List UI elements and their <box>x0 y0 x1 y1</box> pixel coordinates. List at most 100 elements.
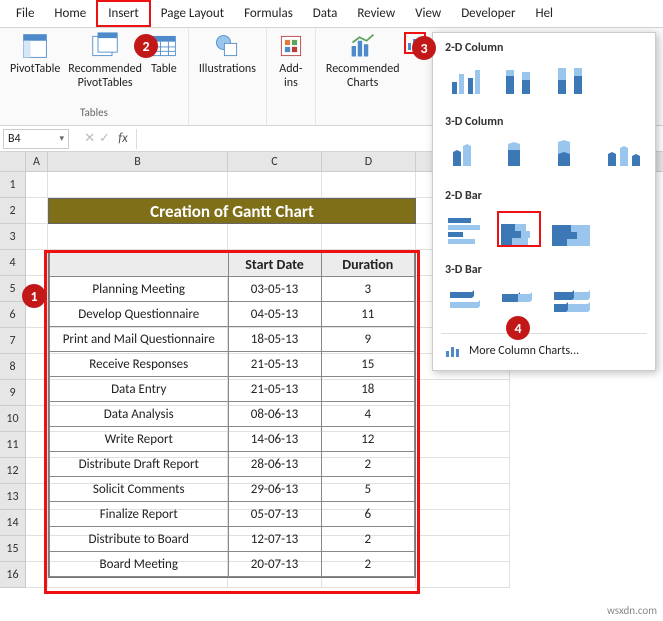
stacked-column-option[interactable] <box>497 63 541 99</box>
3d-column-option[interactable] <box>601 137 645 173</box>
table-cell[interactable]: 2 <box>321 452 414 477</box>
row-header[interactable]: 13 <box>0 484 26 510</box>
row-header[interactable]: 6 <box>0 302 26 328</box>
tab-home[interactable]: Home <box>44 2 96 25</box>
table-cell[interactable]: Board Meeting <box>50 552 229 577</box>
table-row[interactable]: Data Analysis08-06-134 <box>50 402 415 427</box>
table-cell[interactable]: Distribute to Board <box>50 527 229 552</box>
col-header-c[interactable]: C <box>228 152 322 171</box>
table-row[interactable]: Data Entry21-05-1318 <box>50 377 415 402</box>
tab-page-layout[interactable]: Page Layout <box>151 2 234 25</box>
table-cell[interactable]: 18-05-13 <box>228 327 321 352</box>
pivottable-button[interactable]: PivotTable <box>6 30 64 78</box>
table-cell[interactable]: Print and Mail Questionnaire <box>50 327 229 352</box>
table-row[interactable]: Receive Responses21-05-1315 <box>50 352 415 377</box>
table-row[interactable]: Write Report14-06-1312 <box>50 427 415 452</box>
table-cell[interactable]: 14-06-13 <box>228 427 321 452</box>
table-cell[interactable]: 2 <box>321 552 414 577</box>
table-row[interactable]: Distribute to Board12-07-132 <box>50 527 415 552</box>
3d-stacked-column-option[interactable] <box>497 137 541 173</box>
100-stacked-column-option[interactable] <box>549 63 593 99</box>
table-cell[interactable]: 2 <box>321 527 414 552</box>
table-header[interactable]: Duration <box>321 252 414 277</box>
table-row[interactable]: Develop Questionnaire04-05-1311 <box>50 302 415 327</box>
3d-clustered-column-option[interactable] <box>445 137 489 173</box>
table-cell[interactable]: 03-05-13 <box>228 277 321 302</box>
tab-developer[interactable]: Developer <box>451 2 525 25</box>
row-header[interactable]: 2 <box>0 198 26 224</box>
table-row[interactable]: Planning Meeting03-05-133 <box>50 277 415 302</box>
select-all-triangle[interactable] <box>0 152 26 171</box>
tab-data[interactable]: Data <box>303 2 348 25</box>
row-header[interactable]: 1 <box>0 172 26 198</box>
table-row[interactable]: Solicit Comments29-06-135 <box>50 477 415 502</box>
addins-button[interactable]: Add- ins <box>273 30 309 104</box>
row-header[interactable]: 7 <box>0 328 26 354</box>
table-cell[interactable]: 21-05-13 <box>228 377 321 402</box>
tab-file[interactable]: File <box>6 2 44 25</box>
row-header[interactable]: 11 <box>0 432 26 458</box>
table-cell[interactable]: 12-07-13 <box>228 527 321 552</box>
table-cell[interactable]: 3 <box>321 277 414 302</box>
row-header[interactable]: 16 <box>0 562 26 588</box>
table-row[interactable]: Finalize Report05-07-136 <box>50 502 415 527</box>
table-row[interactable]: Distribute Draft Report28-06-132 <box>50 452 415 477</box>
table-cell[interactable]: Write Report <box>50 427 229 452</box>
stacked-bar-option[interactable] <box>497 211 541 247</box>
tab-insert[interactable]: Insert <box>96 0 151 27</box>
table-cell[interactable]: 05-07-13 <box>228 502 321 527</box>
3d-clustered-bar-option[interactable] <box>445 285 489 321</box>
table-cell[interactable]: 12 <box>321 427 414 452</box>
row-header[interactable]: 9 <box>0 380 26 406</box>
col-header-d[interactable]: D <box>322 152 416 171</box>
table-cell[interactable]: 5 <box>321 477 414 502</box>
table-cell[interactable]: Receive Responses <box>50 352 229 377</box>
100-stacked-bar-option[interactable] <box>549 211 593 247</box>
table-row[interactable]: Print and Mail Questionnaire18-05-139 <box>50 327 415 352</box>
recommended-charts-button[interactable]: Recommended Charts <box>322 30 404 104</box>
table-cell[interactable]: 21-05-13 <box>228 352 321 377</box>
table-cell[interactable]: Data Analysis <box>50 402 229 427</box>
table-header[interactable]: Start Date <box>228 252 321 277</box>
row-header[interactable]: 12 <box>0 458 26 484</box>
3d-100-stacked-bar-option[interactable] <box>549 285 593 321</box>
table-cell[interactable]: 18 <box>321 377 414 402</box>
table-cell[interactable]: Distribute Draft Report <box>50 452 229 477</box>
row-header[interactable]: 4 <box>0 250 26 276</box>
tab-formulas[interactable]: Formulas <box>234 2 303 25</box>
table-cell[interactable]: 29-06-13 <box>228 477 321 502</box>
table-cell[interactable]: Finalize Report <box>50 502 229 527</box>
table-cell[interactable]: Data Entry <box>50 377 229 402</box>
table-row[interactable]: Board Meeting20-07-132 <box>50 552 415 577</box>
tab-review[interactable]: Review <box>347 2 405 25</box>
row-header[interactable]: 8 <box>0 354 26 380</box>
table-cell[interactable]: 4 <box>321 402 414 427</box>
fx-button[interactable]: fx <box>114 131 132 146</box>
table-cell[interactable]: 28-06-13 <box>228 452 321 477</box>
table-cell[interactable]: 20-07-13 <box>228 552 321 577</box>
clustered-column-option[interactable] <box>445 63 489 99</box>
tab-view[interactable]: View <box>405 2 451 25</box>
row-header[interactable]: 15 <box>0 536 26 562</box>
illustrations-button[interactable]: Illustrations <box>195 30 260 104</box>
table-cell[interactable]: 15 <box>321 352 414 377</box>
table-header[interactable] <box>50 252 229 277</box>
table-cell[interactable]: 9 <box>321 327 414 352</box>
more-column-charts-option[interactable]: More Column Charts... <box>433 338 655 364</box>
table-cell[interactable]: Develop Questionnaire <box>50 302 229 327</box>
name-box[interactable]: B4 ▾ <box>3 129 69 149</box>
col-header-a[interactable]: A <box>26 152 48 171</box>
table-cell[interactable]: 04-05-13 <box>228 302 321 327</box>
row-header[interactable]: 10 <box>0 406 26 432</box>
table-cell[interactable]: 11 <box>321 302 414 327</box>
table-cell[interactable]: 6 <box>321 502 414 527</box>
title-cell[interactable]: Creation of Gantt Chart <box>48 198 416 224</box>
recommended-pivottables-button[interactable]: Recommended PivotTables <box>64 30 146 92</box>
table-cell[interactable]: 08-06-13 <box>228 402 321 427</box>
table-cell[interactable]: Planning Meeting <box>50 277 229 302</box>
row-header[interactable]: 3 <box>0 224 26 250</box>
clustered-bar-option[interactable] <box>445 211 489 247</box>
tab-help[interactable]: Hel <box>525 2 563 25</box>
table-cell[interactable]: Solicit Comments <box>50 477 229 502</box>
col-header-b[interactable]: B <box>48 152 228 171</box>
